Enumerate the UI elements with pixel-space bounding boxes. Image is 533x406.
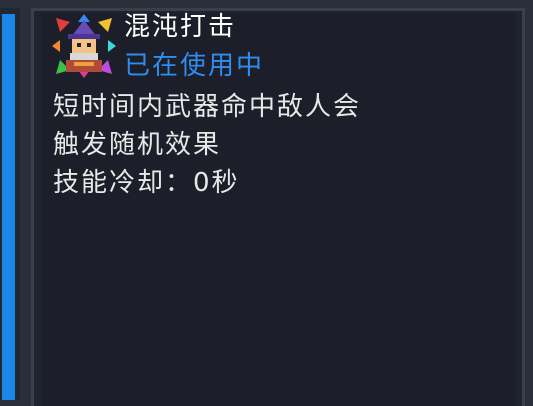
- skill-cooldown: 技能冷却：0秒: [53, 164, 493, 202]
- skill-description: 短时间内武器命中敌人会 触发随机效果 技能冷却：0秒: [53, 88, 493, 202]
- side-scroll-bar[interactable]: [0, 8, 20, 400]
- cooldown-value: 0秒: [193, 168, 240, 198]
- side-scroll-bar-thumb[interactable]: [2, 14, 15, 400]
- skill-tooltip-screen: 混沌打击 已在使用中 短时间内武器命中敌人会 触发随机效果 技能冷却：0秒: [0, 0, 533, 406]
- skill-description-line: 短时间内武器命中敌人会: [53, 92, 362, 122]
- cooldown-label: 技能冷却：: [53, 168, 194, 198]
- skill-description-line: 触发随机效果: [53, 130, 222, 160]
- chaos-strike-skill-icon: [52, 14, 116, 78]
- skill-status: 已在使用中: [124, 51, 265, 81]
- skill-name: 混沌打击: [124, 12, 237, 42]
